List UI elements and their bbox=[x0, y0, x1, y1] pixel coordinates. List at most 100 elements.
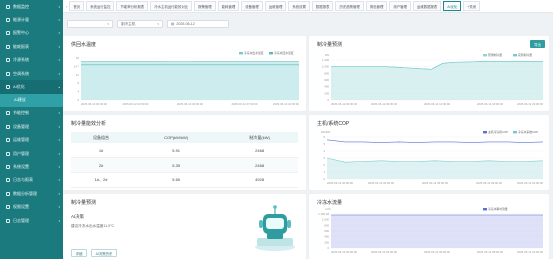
sidebar-item-label: 数据监控 bbox=[13, 3, 29, 9]
chevron-icon: ▾ bbox=[58, 124, 60, 129]
cooling-load-panel: 制冷量预测 导出 1,200 1,000 800 600 400 200 0 kW 2025-0… bbox=[309, 36, 549, 111]
filter-row: ▾ 制冷主机 ▾ ▦ 2025-06-12 bbox=[63, 18, 229, 30]
sidebar-item-label: 系统设置 bbox=[13, 163, 29, 169]
y-tick-label: 14.7 bbox=[74, 64, 80, 68]
menu-icon bbox=[6, 111, 10, 116]
tab[interactable]: 运维管理 bbox=[264, 1, 287, 11]
chevron-icon: ▾ bbox=[58, 191, 60, 196]
chevron-down-icon: ▾ bbox=[157, 22, 159, 26]
chevron-icon: ▾ bbox=[58, 58, 60, 63]
y-tick-label: 16 bbox=[76, 56, 80, 60]
sidebar-item[interactable]: 日志管理 ▾ bbox=[0, 214, 63, 227]
y-tick-label: 0 bbox=[77, 98, 79, 102]
sidebar-item[interactable]: 数据监控 ▾ bbox=[0, 0, 63, 13]
x-tick-label: 2025-06-12 03:00:00 bbox=[368, 181, 394, 185]
y-tick-label: 1,000 bbox=[322, 65, 329, 69]
ai-history-button[interactable]: AI决策历史 bbox=[91, 249, 117, 257]
sidebar-subitem[interactable]: AI建议 bbox=[0, 93, 63, 107]
menu-icon bbox=[6, 85, 10, 90]
table-cell: 2# bbox=[71, 157, 132, 173]
x-tick-label: 2025-06-12 06:00:00 bbox=[424, 250, 450, 254]
sidebar-item[interactable]: 数据分析管理 ▾ bbox=[0, 187, 63, 200]
tab[interactable]: 数据报表 bbox=[311, 1, 334, 11]
series-area bbox=[327, 158, 543, 179]
chevron-icon: ▾ bbox=[58, 164, 60, 169]
y-tick-label: 2 bbox=[323, 163, 325, 167]
sidebar-item[interactable]: 设备管理 ▾ bbox=[0, 120, 63, 133]
sidebar-item[interactable]: 能耗报表 ▾ bbox=[0, 40, 63, 53]
y-tick-label: 1,200 bbox=[322, 58, 329, 62]
y-tick-label: 400 bbox=[324, 85, 329, 89]
chevron-icon: ▾ bbox=[58, 18, 60, 23]
date-picker[interactable]: ▦ 2025-06-12 bbox=[167, 20, 229, 28]
y-tick-label: 0 bbox=[323, 177, 325, 181]
menu-icon bbox=[6, 44, 10, 49]
tab[interactable]: 用户管理 bbox=[389, 1, 411, 11]
table-cell: 2468 bbox=[221, 143, 298, 159]
x-tick-label: 2025-06-12 02:00:00 bbox=[123, 102, 149, 106]
sidebar: 数据监控 ▾ 能源计量 ▾ 报警中心 ▾ 能耗报表 ▾ 冷源系统 ▾ 空调系统 ▾ AI优化 ▴ AI建议节… bbox=[0, 0, 63, 259]
tab[interactable]: 设备管理 bbox=[241, 1, 263, 11]
tab[interactable]: 能耗管理 bbox=[217, 1, 240, 11]
legend-swatch bbox=[483, 208, 487, 211]
tab[interactable]: 系统运行监控 bbox=[86, 1, 115, 11]
chiller-select[interactable]: 制冷主机 ▾ bbox=[117, 20, 163, 28]
tab[interactable]: 历史趋势管理 bbox=[335, 1, 364, 11]
y-tick-label: 0 bbox=[327, 246, 329, 250]
table-row: 1# 5.91 2468 bbox=[71, 143, 298, 159]
tab[interactable]: +关闭 bbox=[463, 1, 481, 11]
sidebar-item-label: 节能控制 bbox=[13, 110, 29, 116]
x-tick-label: 2025-06-12 00:00:00 bbox=[81, 102, 107, 106]
tabs-left-icon[interactable]: ‹ bbox=[66, 4, 67, 9]
sidebar-item[interactable]: 节能控制 ▾ bbox=[0, 107, 63, 120]
y-tick-label: 8 bbox=[77, 81, 79, 85]
sidebar-item[interactable]: AI优化 ▴ bbox=[0, 80, 63, 94]
sidebar-item-label: AI优化 bbox=[13, 84, 25, 90]
menu-icon bbox=[6, 205, 10, 210]
sidebar-item[interactable]: 用户管理 ▾ bbox=[0, 147, 63, 160]
project-select[interactable]: ▾ bbox=[67, 20, 113, 28]
sidebar-item-label: 日志管理 bbox=[13, 217, 29, 223]
sidebar-item[interactable]: 日志与报表 ▾ bbox=[0, 174, 63, 187]
menu-icon bbox=[6, 164, 10, 169]
x-tick-label: 2025-06-12 10:00:00 bbox=[273, 102, 299, 106]
menu-icon bbox=[6, 58, 10, 63]
chevron-icon: ▾ bbox=[58, 205, 60, 210]
tab[interactable]: AI优化 bbox=[443, 1, 462, 11]
chevron-down-icon: ▾ bbox=[107, 22, 109, 26]
tab[interactable]: 角色管理 bbox=[365, 1, 388, 11]
chilled-temp-chart: 16 14.7 12 8 4 02025-06-12 00:00:00 2025-06-12… bbox=[74, 51, 300, 106]
chevron-icon: ▴ bbox=[58, 85, 60, 90]
tab[interactable]: 运维数据报表 bbox=[412, 1, 442, 11]
y-tick-label: 800 bbox=[324, 223, 329, 227]
sidebar-item-label: 能源计量 bbox=[13, 17, 29, 23]
sidebar-item[interactable]: 权限设置 ▾ bbox=[0, 200, 63, 213]
x-tick-label: 2025-06-12 18:00:00 bbox=[477, 102, 503, 106]
table-cell: 5.39 bbox=[131, 157, 222, 173]
table-cell: 2468 bbox=[221, 157, 298, 173]
tab[interactable]: 冷水主机运行能效对比 bbox=[150, 1, 193, 11]
tab[interactable]: 系统设置 bbox=[288, 1, 310, 11]
chilled-flow-panel: 冷冻水流量 1,166.48 1,000 800 600 400 200 0 m³/h 2025… bbox=[309, 194, 549, 259]
detail-button[interactable]: 详细 bbox=[71, 249, 87, 257]
sidebar-item[interactable]: 空调系统 ▾ bbox=[0, 67, 63, 80]
sidebar-item-label: 能耗报表 bbox=[13, 43, 29, 49]
sidebar-item-label: 设备管理 bbox=[13, 123, 29, 129]
menu-icon bbox=[6, 138, 10, 143]
table-row: 2# 5.39 2468 bbox=[71, 157, 298, 173]
sidebar-item[interactable]: 能源计量 ▾ bbox=[0, 13, 63, 26]
sidebar-item-label: 日志与报表 bbox=[13, 177, 33, 183]
sidebar-item[interactable]: 冷源系统 ▾ bbox=[0, 54, 63, 67]
y-tick-label: 200 bbox=[324, 240, 329, 244]
tab[interactable]: 报警管理 bbox=[194, 1, 216, 11]
table-cell: 5.91 bbox=[131, 143, 222, 159]
sidebar-item-label: 报警中心 bbox=[13, 30, 29, 36]
legend-label: 冷冻水回水温度 bbox=[274, 51, 294, 55]
sidebar-item[interactable]: 报警中心 ▾ bbox=[0, 27, 63, 40]
tab[interactable]: 首页 bbox=[69, 1, 85, 11]
sidebar-item[interactable]: 运维管理 ▾ bbox=[0, 134, 63, 147]
x-tick-label: 2025-06-12 04:00:00 bbox=[371, 250, 397, 254]
tab[interactable]: 节能率分析报表 bbox=[116, 1, 149, 11]
sidebar-item[interactable]: 系统设置 ▾ bbox=[0, 160, 63, 173]
x-tick-label: 2025-06-12 04:00:00 bbox=[177, 102, 203, 106]
